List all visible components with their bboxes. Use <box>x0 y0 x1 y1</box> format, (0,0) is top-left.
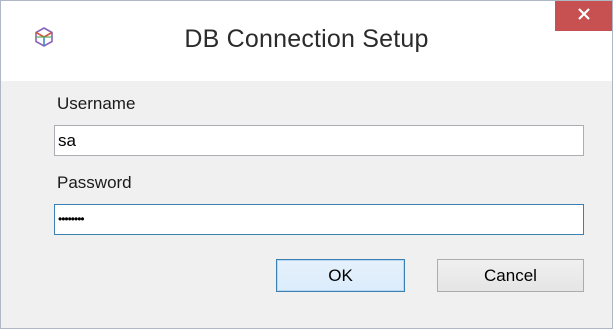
window-title: DB Connection Setup <box>184 25 429 53</box>
password-label: Password <box>57 173 132 192</box>
title-bar[interactable]: DB Connection Setup <box>1 1 612 81</box>
password-input[interactable]: •••••••• <box>54 204 584 235</box>
close-icon <box>577 7 591 26</box>
dialog-window: DB Connection Setup Username sa Password… <box>0 0 613 329</box>
dialog-content: Username sa Password •••••••• OK Cancel <box>27 81 612 328</box>
username-input[interactable]: sa <box>54 125 584 156</box>
username-label: Username <box>57 94 136 113</box>
cancel-button[interactable]: Cancel <box>437 259 584 292</box>
ok-button[interactable]: OK <box>276 259 405 292</box>
close-button[interactable] <box>555 1 612 31</box>
